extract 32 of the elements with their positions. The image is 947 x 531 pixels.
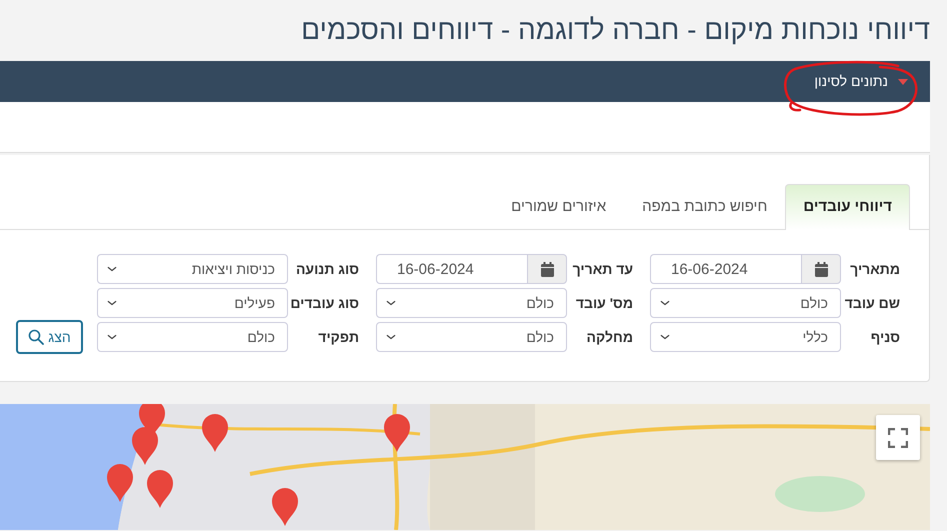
select-field[interactable]: פעילים	[97, 288, 288, 318]
tab[interactable]: חיפוש כתובת במפה	[624, 184, 786, 230]
field-label: שם עובד	[844, 294, 900, 312]
field-label: מחלקה	[586, 328, 634, 347]
field-label: תפקיד	[317, 328, 360, 347]
tab[interactable]: איזורים שמורים	[493, 184, 624, 230]
field-label: מס' עובד	[574, 294, 634, 312]
filter-toggle[interactable]: נתונים לסינון	[814, 71, 908, 92]
tab[interactable]: דיווחי עובדים	[785, 184, 910, 230]
search-button[interactable]: הצג	[16, 320, 83, 354]
fullscreen-icon	[888, 428, 908, 448]
field-label: סניף	[870, 328, 900, 347]
field-label: עד תאריך	[572, 260, 634, 279]
page-title: דיווחי נוכחות מיקום - חברה לדוגמה - דיווחים והסכמים	[300, 13, 930, 47]
calendar-icon	[540, 262, 554, 276]
calendar-icon	[814, 262, 828, 276]
search-icon	[28, 329, 44, 345]
select-field[interactable]: כולם	[376, 288, 567, 318]
date-field[interactable]: 16-06-2024	[376, 254, 527, 284]
calendar-button[interactable]	[801, 254, 841, 284]
select-field[interactable]: כולם	[376, 322, 567, 352]
caret-icon	[898, 78, 908, 84]
field-label: סוג עובדים	[289, 294, 360, 312]
select-field[interactable]: כניסות ויציאות	[97, 254, 288, 284]
field-label: מתאריך	[849, 260, 900, 279]
select-field[interactable]: כללי	[650, 322, 841, 352]
date-field[interactable]: 16-06-2024	[650, 254, 801, 284]
fullscreen-button[interactable]	[876, 415, 920, 460]
field-label: סוג תנועה	[294, 260, 360, 278]
select-field[interactable]: כולם	[650, 288, 841, 318]
select-field[interactable]: כולם	[97, 322, 288, 352]
calendar-button[interactable]	[527, 254, 567, 284]
